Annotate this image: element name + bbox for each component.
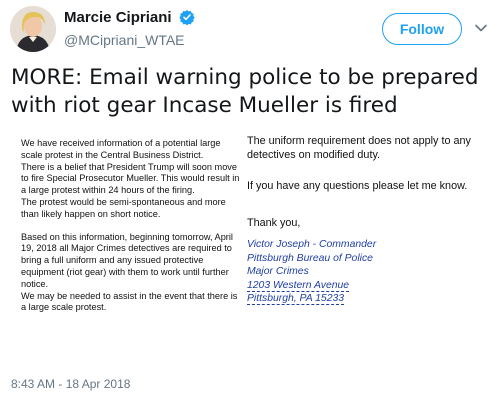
verified-badge-icon [179, 10, 195, 25]
signature-unit: Major Crimes [247, 266, 309, 278]
email-paragraph: The uniform requirement does not apply t… [247, 135, 471, 161]
signature-street-link[interactable]: 1203 Western Avenue [247, 279, 350, 292]
email-left-column: We have received information of a potent… [21, 138, 241, 314]
avatar[interactable] [10, 6, 56, 52]
email-paragraph: We have received information of a potent… [21, 138, 221, 160]
author-name[interactable]: Marcie Cipriani [64, 9, 172, 26]
follow-button[interactable]: Follow [382, 13, 462, 45]
author-handle[interactable]: @MCipriani_WTAE [64, 32, 195, 48]
email-signature: Victor Joseph - Commander Pittsburgh Bur… [247, 238, 485, 306]
email-paragraph: There is a belief that President Trump w… [21, 161, 240, 196]
email-right-column: The uniform requirement does not apply t… [247, 134, 485, 306]
signature-city-link[interactable]: Pittsburgh, PA 15233 [247, 293, 345, 306]
signature-org: Pittsburgh Bureau of Police [247, 252, 373, 264]
tweet-header: Marcie Cipriani @MCipriani_WTAE Follow [0, 0, 495, 58]
email-paragraph: We may be needed to assist in the event … [21, 290, 238, 313]
tweet-timestamp[interactable]: 8:43 AM - 18 Apr 2018 [11, 377, 130, 391]
tweet-text: MORE: Email warning police to be prepare… [11, 65, 479, 118]
email-paragraph: If you have any questions please let me … [247, 180, 468, 192]
email-closing: Thank you, [247, 217, 301, 229]
email-paragraph: Based on this information, beginning tom… [21, 231, 233, 289]
chevron-down-icon[interactable] [473, 20, 489, 36]
signature-name: Victor Joseph - Commander [247, 239, 377, 250]
email-screenshot-image[interactable]: We have received information of a potent… [11, 122, 485, 364]
email-paragraph: The protest would be semi-spontaneous an… [21, 196, 226, 219]
avatar-image [10, 6, 56, 52]
author-block: Marcie Cipriani @MCipriani_WTAE [64, 9, 195, 48]
